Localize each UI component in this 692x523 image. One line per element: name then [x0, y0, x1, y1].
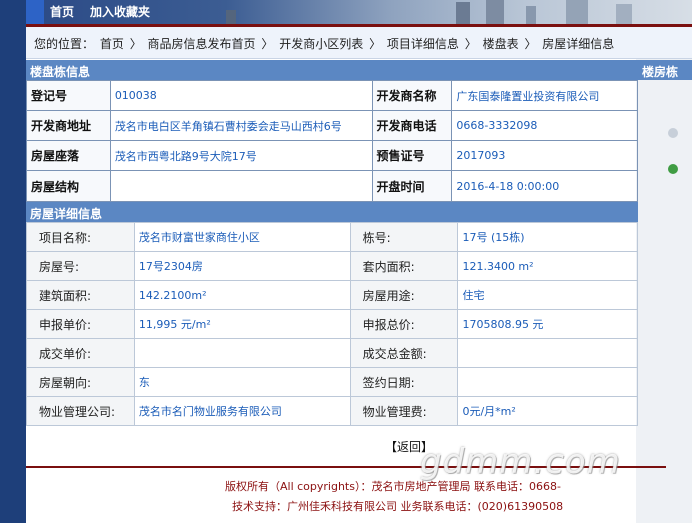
- table-row: 物业管理公司: 茂名市名门物业服务有限公司 物业管理费: 0元/月*m²: [26, 396, 638, 426]
- label-house-location: 房屋座落: [26, 140, 111, 171]
- label-room-no: 房屋号:: [26, 251, 135, 281]
- breadcrumb-separator: 〉: [129, 37, 142, 51]
- table-row: 成交单价: 成交总金额:: [26, 338, 638, 368]
- label-project-name: 项目名称:: [26, 222, 135, 252]
- value-opening-time: 2016-4-18 0:00:00: [451, 170, 638, 202]
- building-graphic: [226, 10, 236, 24]
- breadcrumb-prefix: 您的位置：: [34, 37, 95, 51]
- building-side-header: 楼房栋: [638, 60, 692, 80]
- label-property-company: 物业管理公司:: [26, 396, 135, 426]
- label-signing-date: 签约日期:: [349, 367, 459, 397]
- table-row: 登记号 010038 开发商名称 广东国泰隆置业投资有限公司: [26, 80, 638, 111]
- value-project-name: 茂名市财富世家商住小区: [133, 222, 351, 252]
- label-floor-area: 建筑面积:: [26, 280, 135, 310]
- table-row: 房屋号: 17号2304房 套内面积: 121.3400 m²: [26, 251, 638, 281]
- breadcrumb: 您的位置： 首页 〉 商品房信息发布首页 〉 开发商小区列表 〉 项目详细信息 …: [26, 27, 692, 59]
- breadcrumb-item-developer-list[interactable]: 开发商小区列表: [279, 37, 363, 51]
- label-deal-total-amount: 成交总金额:: [349, 338, 459, 368]
- value-property-fee: 0元/月*m²: [457, 396, 638, 426]
- breadcrumb-item-house-detail: 房屋详细信息: [542, 37, 615, 51]
- value-developer-address: 茂名市电白区羊角镇石曹村委会走马山西村6号: [109, 110, 373, 141]
- value-orientation: 东: [133, 367, 351, 397]
- table-row: 房屋朝向: 东 签约日期:: [26, 367, 638, 397]
- label-registration-no: 登记号: [26, 80, 111, 111]
- value-inner-area: 121.3400 m²: [457, 251, 638, 281]
- value-property-company: 茂名市名门物业服务有限公司: [133, 396, 351, 426]
- value-room-no: 17号2304房: [133, 251, 351, 281]
- value-house-structure: [109, 170, 373, 202]
- building-graphic: [526, 6, 536, 24]
- value-signing-date: [457, 367, 638, 397]
- top-banner: 首页 加入收藏夹: [26, 0, 692, 24]
- breadcrumb-item-building-table[interactable]: 楼盘表: [483, 37, 519, 51]
- house-detail-header: 房屋详细信息: [26, 202, 638, 222]
- value-declared-total-price: 1705808.95 元: [457, 309, 638, 339]
- label-developer-name: 开发商名称: [371, 80, 453, 111]
- label-opening-time: 开盘时间: [371, 170, 453, 202]
- value-developer-phone: 0668-3332098: [451, 110, 638, 141]
- breadcrumb-item-project-detail[interactable]: 项目详细信息: [387, 37, 459, 51]
- breadcrumb-item-home[interactable]: 首页: [100, 37, 124, 51]
- breadcrumb-separator: 〉: [524, 37, 537, 51]
- label-house-structure: 房屋结构: [26, 170, 111, 202]
- table-row: 房屋座落 茂名市西粤北路9号大院17号 预售证号 2017093: [26, 140, 638, 171]
- building-graphic: [616, 4, 632, 24]
- label-inner-area: 套内面积:: [349, 251, 459, 281]
- building-graphic: [566, 0, 588, 24]
- value-building-no: 17号 (15栋): [457, 222, 638, 252]
- table-row: 开发商地址 茂名市电白区羊角镇石曹村委会走马山西村6号 开发商电话 0668-3…: [26, 110, 638, 141]
- table-row: 房屋结构 开盘时间 2016-4-18 0:00:00: [26, 170, 638, 202]
- label-building-no: 栋号:: [349, 222, 459, 252]
- value-registration-no: 010038: [109, 80, 373, 111]
- label-developer-phone: 开发商电话: [371, 110, 453, 141]
- breadcrumb-separator: 〉: [369, 37, 382, 51]
- label-orientation: 房屋朝向:: [26, 367, 135, 397]
- value-presale-permit: 2017093: [451, 140, 638, 171]
- value-developer-name: 广东国泰隆置业投资有限公司: [451, 80, 638, 111]
- table-row: 申报单价: 11,995 元/m² 申报总价: 1705808.95 元: [26, 309, 638, 339]
- label-house-usage: 房屋用途:: [349, 280, 459, 310]
- right-panel: [636, 27, 692, 523]
- breadcrumb-separator: 〉: [261, 37, 274, 51]
- house-detail-table: 项目名称: 茂名市财富世家商住小区 栋号: 17号 (15栋) 房屋号: 17号…: [26, 222, 638, 426]
- breadcrumb-separator: 〉: [464, 37, 477, 51]
- building-graphic: [456, 2, 470, 24]
- nav-favorite-link[interactable]: 加入收藏夹: [90, 3, 150, 20]
- label-declared-total-price: 申报总价:: [349, 309, 459, 339]
- label-deal-unit-price: 成交单价:: [26, 338, 135, 368]
- value-house-location: 茂名市西粤北路9号大院17号: [109, 140, 373, 171]
- label-presale-permit: 预售证号: [371, 140, 453, 171]
- label-property-fee: 物业管理费:: [349, 396, 459, 426]
- label-declared-unit-price: 申报单价:: [26, 309, 135, 339]
- value-deal-total-amount: [457, 338, 638, 368]
- nav-home-link[interactable]: 首页: [50, 3, 74, 20]
- side-icon: [668, 128, 678, 138]
- footer-support: 技术支持：广州佳禾科技有限公司 业务联系电话：(020)61390508: [232, 500, 564, 513]
- building-info-table: 登记号 010038 开发商名称 广东国泰隆置业投资有限公司 开发商地址 茂名市…: [26, 80, 638, 202]
- side-status-icon: [668, 164, 678, 174]
- value-floor-area: 142.2100m²: [133, 280, 351, 310]
- table-row: 项目名称: 茂名市财富世家商住小区 栋号: 17号 (15栋): [26, 222, 638, 252]
- breadcrumb-item-release-home[interactable]: 商品房信息发布首页: [148, 37, 256, 51]
- value-deal-unit-price: [133, 338, 351, 368]
- watermark-logo: gdmm.com: [420, 442, 621, 482]
- label-developer-address: 开发商地址: [26, 110, 111, 141]
- logo-icon: [26, 0, 44, 24]
- building-graphic: [486, 0, 504, 24]
- value-declared-unit-price: 11,995 元/m²: [133, 309, 351, 339]
- building-info-header: 楼盘栋信息: [26, 60, 638, 80]
- table-row: 建筑面积: 142.2100m² 房屋用途: 住宅: [26, 280, 638, 310]
- value-house-usage: 住宅: [457, 280, 638, 310]
